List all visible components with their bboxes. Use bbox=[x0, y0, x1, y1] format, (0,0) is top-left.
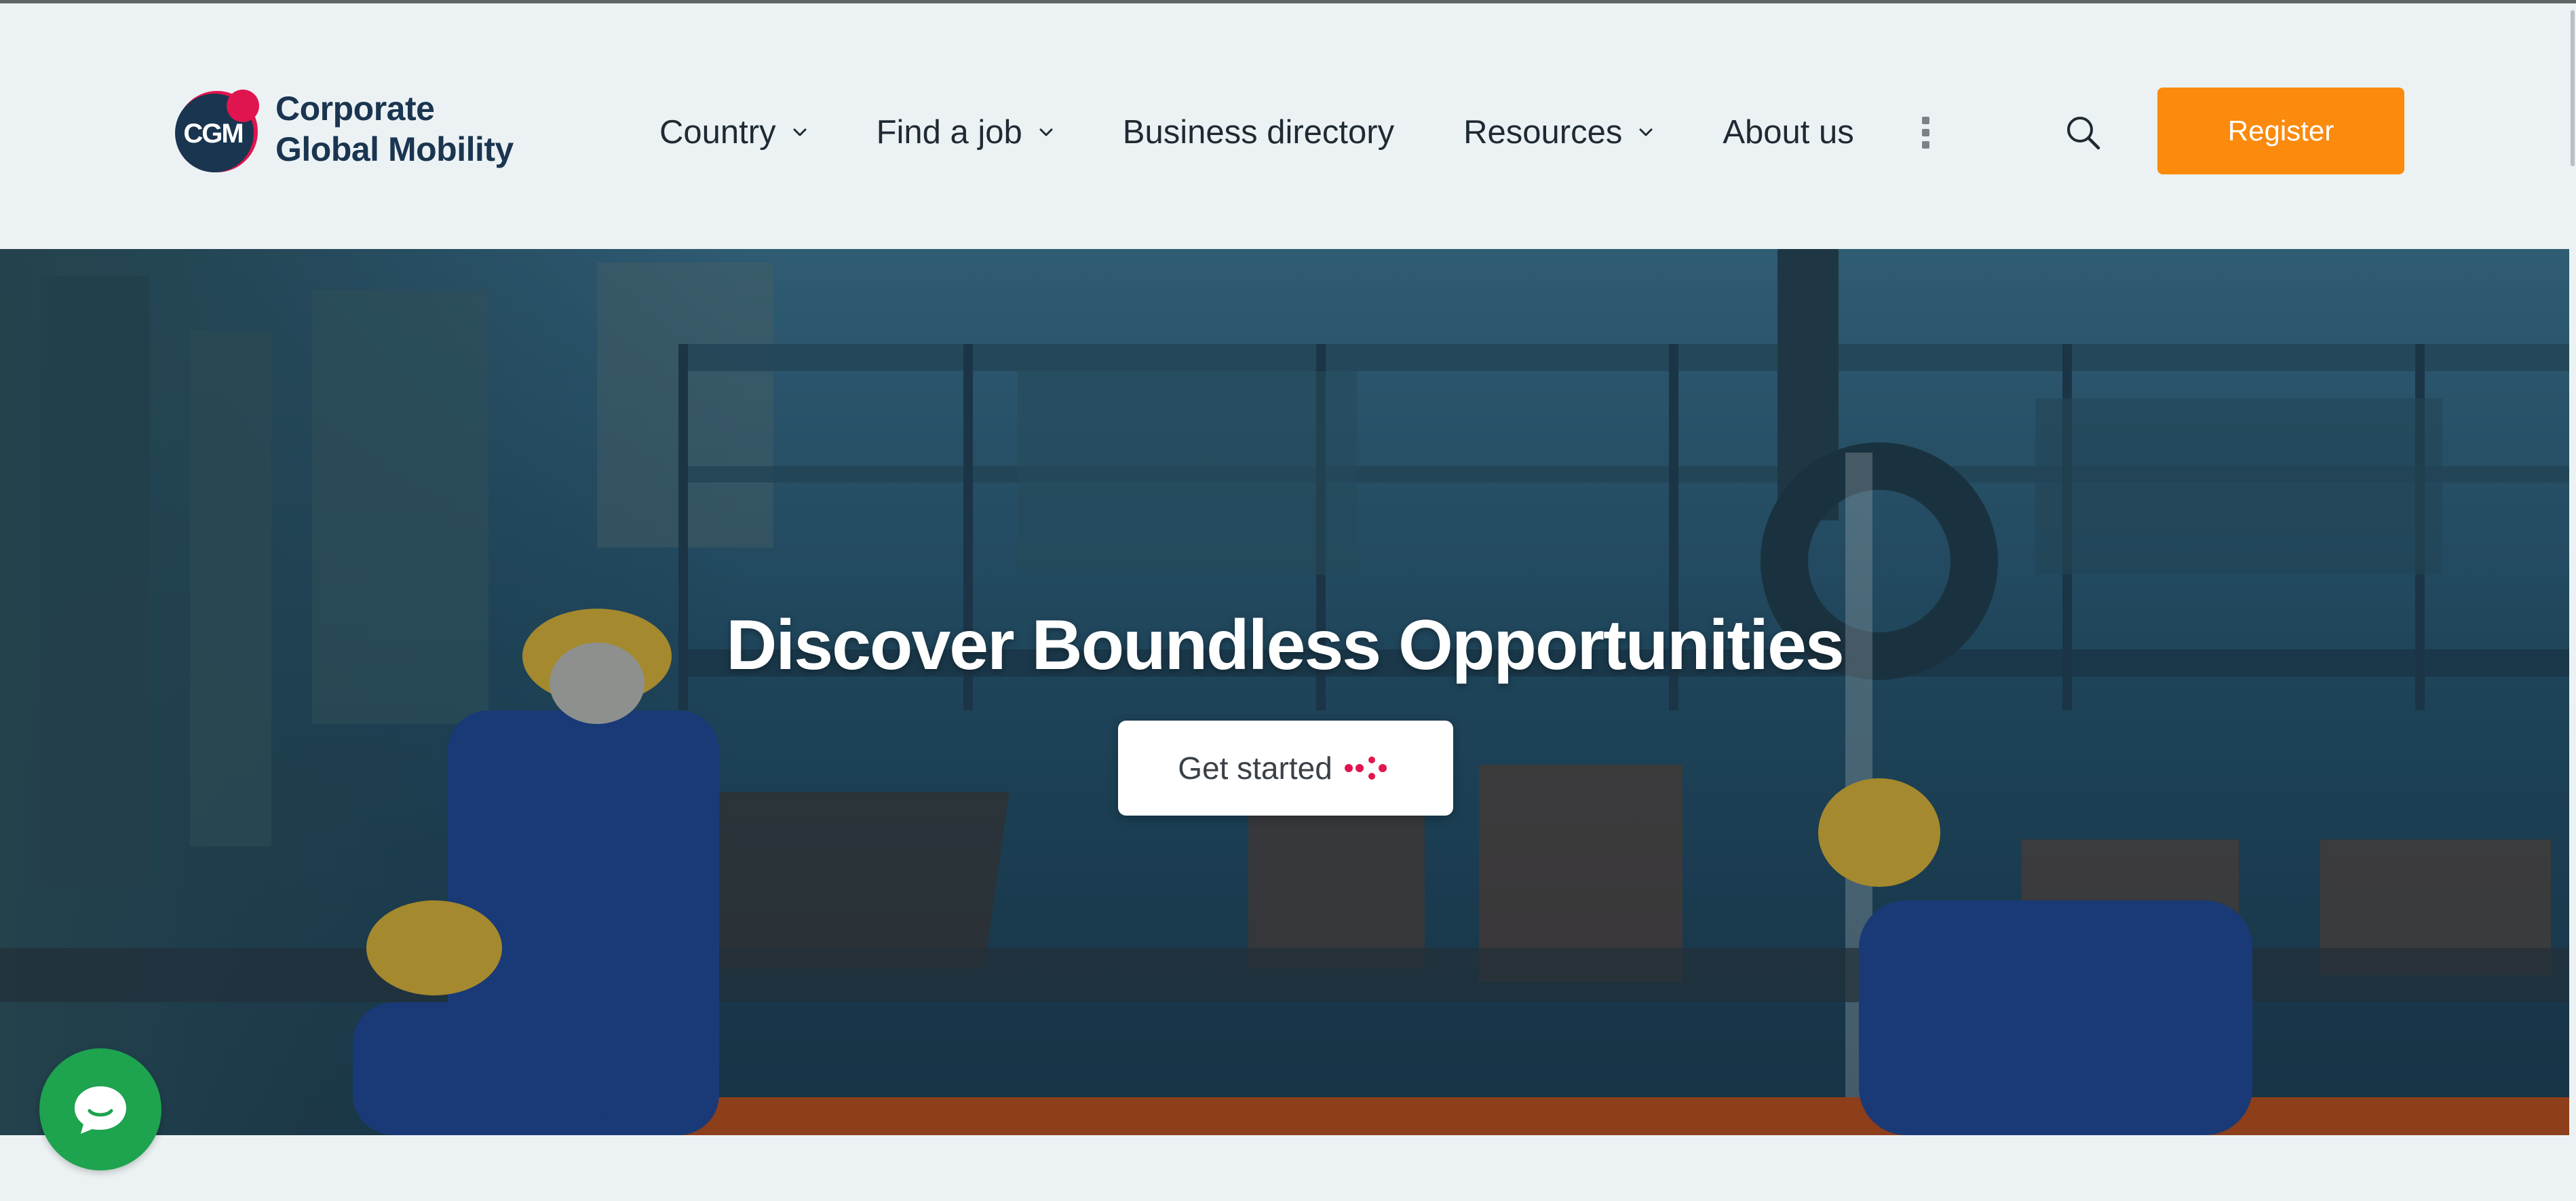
chevron-down-icon bbox=[1637, 123, 1655, 141]
chevron-down-icon bbox=[1037, 123, 1055, 141]
nav-item-label: Find a job bbox=[876, 114, 1022, 151]
chat-bubble-icon bbox=[75, 1086, 126, 1134]
brand-name-line1: Corporate bbox=[275, 90, 435, 128]
get-started-label: Get started bbox=[1178, 750, 1332, 786]
chat-launcher-button[interactable] bbox=[39, 1048, 161, 1170]
kebab-vertical-icon[interactable] bbox=[1919, 112, 1933, 153]
nav-item-find-a-job[interactable]: Find a job bbox=[877, 113, 1055, 151]
nav-item-resources[interactable]: Resources bbox=[1463, 113, 1655, 151]
nav-item-business-directory[interactable]: Business directory bbox=[1123, 113, 1394, 151]
brand-name-line2: Global Mobility bbox=[275, 130, 514, 168]
brand-logo[interactable]: CGM Corporate Global Mobility bbox=[172, 85, 539, 173]
dots-icon bbox=[1343, 755, 1393, 782]
get-started-button[interactable]: Get started bbox=[1118, 721, 1453, 816]
search-icon[interactable] bbox=[2062, 112, 2104, 154]
page-scrollbar[interactable] bbox=[2569, 3, 2576, 1201]
nav-item-label: Country bbox=[659, 114, 776, 151]
nav-item-about-us[interactable]: About us bbox=[1723, 113, 1853, 151]
chevron-down-icon bbox=[791, 123, 809, 141]
register-button[interactable]: Register bbox=[2157, 88, 2404, 174]
page: CGM Corporate Global Mobility Country Fi… bbox=[0, 0, 2576, 1201]
nav-item-label: About us bbox=[1723, 114, 1854, 151]
hero-background-image bbox=[0, 249, 2569, 1135]
scrollbar-thumb[interactable] bbox=[2571, 10, 2575, 166]
main-nav: Country Find a job Business directory Re… bbox=[659, 105, 1933, 159]
logo-mark-text: CGM bbox=[183, 119, 242, 149]
nav-item-label: Resources bbox=[1463, 114, 1623, 151]
site-header: CGM Corporate Global Mobility Country Fi… bbox=[0, 3, 2569, 249]
brand-name: Corporate Global Mobility bbox=[275, 88, 514, 170]
hero-title: Discover Boundless Opportunities bbox=[726, 605, 1845, 685]
nav-item-label: Business directory bbox=[1122, 114, 1395, 151]
hero-banner: Discover Boundless Opportunities Get sta… bbox=[0, 249, 2569, 1135]
nav-item-country[interactable]: Country bbox=[659, 113, 809, 151]
cgm-logo-mark: CGM bbox=[172, 84, 262, 174]
